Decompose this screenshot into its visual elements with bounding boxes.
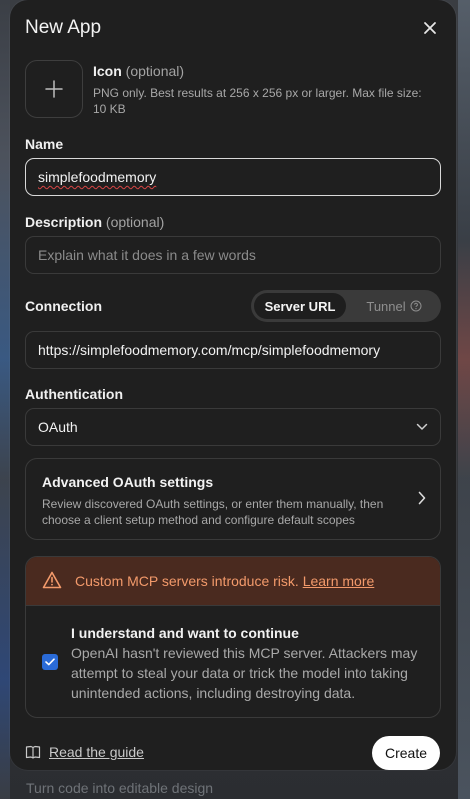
connection-type-toggle: Server URL Tunnel [251,290,441,322]
warning-icon [42,571,62,589]
advanced-oauth-title: Advanced OAuth settings [42,474,214,490]
close-button[interactable] [418,16,442,40]
book-icon [25,745,41,759]
description-label: Description (optional) [25,214,164,230]
create-button[interactable]: Create [372,736,440,770]
server-url-value: https://simplefoodmemory.com/mcp/simplef… [38,342,381,358]
tab-tunnel-label: Tunnel [366,298,406,314]
tab-tunnel[interactable]: Tunnel [351,293,437,319]
icon-help-text: PNG only. Best results at 256 x 256 px o… [93,86,422,116]
close-icon [424,22,436,34]
risk-warning-message: Custom MCP servers introduce risk. [75,573,299,589]
icon-field-label: Icon (optional) [93,63,184,79]
description-optional-text: (optional) [105,214,165,230]
checkmark-icon [45,658,55,666]
icon-label-text: Icon [93,63,122,79]
description-placeholder: Explain what it does in a few words [38,247,256,263]
name-input[interactable]: simplefoodmemory [25,158,441,196]
icon-optional-text: (optional) [125,63,185,79]
tab-server-url[interactable]: Server URL [254,293,346,319]
acknowledge-title: I understand and want to continue [71,625,299,641]
learn-more-link[interactable]: Learn more [303,573,375,589]
background-right-strip [458,0,470,799]
server-url-input[interactable]: https://simplefoodmemory.com/mcp/simplef… [25,331,441,369]
description-label-text: Description [25,214,103,230]
read-guide-text: Read the guide [49,744,144,760]
risk-warning-box: Custom MCP servers introduce risk. Learn… [25,556,441,718]
dialog-title: New App [25,17,102,38]
advanced-oauth-description: Review discovered OAuth settings, or ent… [42,497,384,527]
name-label: Name [25,136,64,152]
help-circle-icon [410,300,422,312]
chevron-down-icon [416,423,428,430]
name-input-value: simplefoodmemory [38,169,157,185]
risk-warning-header: Custom MCP servers introduce risk. Learn… [26,557,440,606]
connection-label: Connection [25,298,102,314]
authentication-label: Authentication [25,386,123,402]
read-guide-link[interactable]: Read the guide [25,744,144,760]
chevron-right-icon [418,491,426,505]
authentication-value: OAuth [38,419,78,435]
background-left-strip [0,0,10,799]
acknowledge-checkbox[interactable] [42,654,58,670]
authentication-select[interactable]: OAuth [25,408,441,446]
risk-warning-text: Custom MCP servers introduce risk. Learn… [75,573,374,589]
acknowledge-description: OpenAI hasn't reviewed this MCP server. … [71,645,418,701]
background-text: Turn code into editable design [26,780,214,796]
new-app-dialog: New App Icon (optional) PNG only. Best r… [10,0,456,770]
plus-icon [45,80,63,98]
icon-upload-button[interactable] [25,60,83,118]
description-input[interactable]: Explain what it does in a few words [25,236,441,274]
advanced-oauth-settings[interactable]: Advanced OAuth settings Review discovere… [25,458,441,540]
